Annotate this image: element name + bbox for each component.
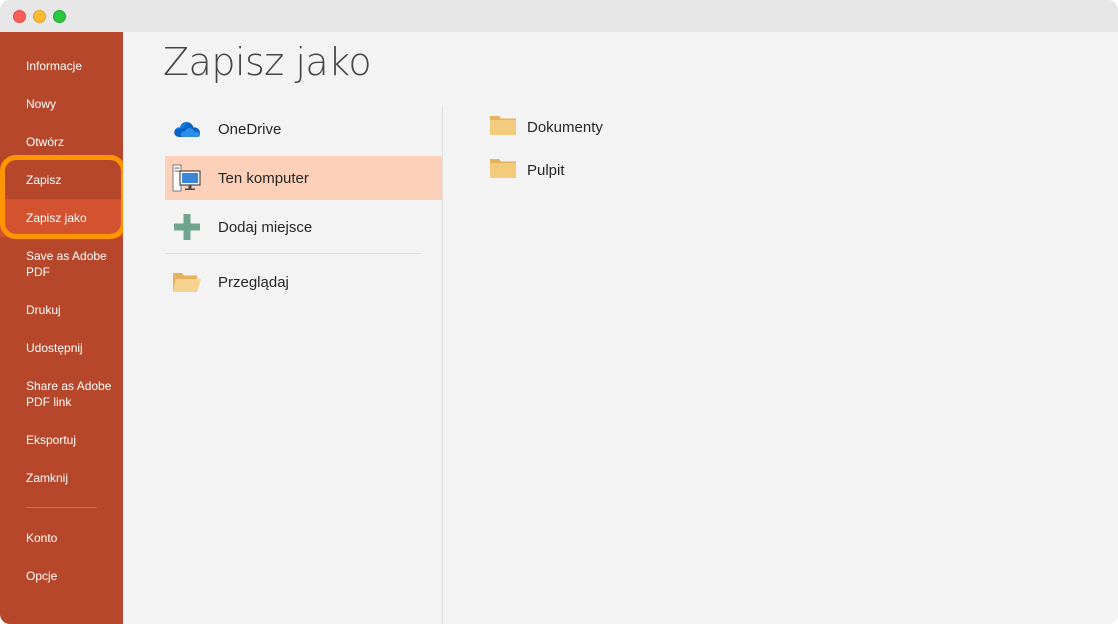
close-window-button[interactable] [13,10,26,23]
sidebar-item-eksportuj[interactable]: Eksportuj [0,421,123,459]
app-window: Informacje Nowy Otwórz Zapisz Zapisz jak… [0,0,1118,624]
location-przegladaj[interactable]: Przeglądaj [165,260,442,304]
sidebar-item-otworz[interactable]: Otwórz [0,123,123,161]
folder-icon [489,114,517,141]
backstage-sidebar: Informacje Nowy Otwórz Zapisz Zapisz jak… [0,32,123,624]
sidebar-item-label: Drukuj [26,303,61,317]
folder-label: Pulpit [527,161,565,179]
minimize-window-button[interactable] [33,10,46,23]
sidebar-item-opcje[interactable]: Opcje [0,557,123,595]
sidebar-item-label: Save as Adobe PDF [26,249,107,279]
page-title: Zapisz jako [163,40,372,84]
sidebar-item-label: Zapisz [26,173,62,187]
save-as-panel: Zapisz jako OneDrive Ten komputer Dodaj … [123,32,1118,624]
sidebar-item-label: Informacje [26,59,83,73]
location-dodaj-miejsce[interactable]: Dodaj miejsce [165,205,442,249]
plus-icon [172,212,202,242]
sidebar-item-label: Nowy [26,97,57,111]
location-ten-komputer[interactable]: Ten komputer [165,156,442,200]
sidebar-item-save-as-adobe-pdf[interactable]: Save as Adobe PDF [0,245,123,283]
folder-label: Dokumenty [527,118,603,136]
location-label: Dodaj miejsce [218,218,313,236]
title-bar [0,0,1118,32]
sidebar-item-label: Opcje [26,569,58,583]
folder-dokumenty[interactable]: Dokumenty [489,112,603,142]
sidebar-item-zapisz-jako[interactable]: Zapisz jako [0,199,123,237]
folder-pulpit[interactable]: Pulpit [489,155,565,185]
sidebar-item-udostepnij[interactable]: Udostępnij [0,329,123,367]
locations-divider [165,253,421,254]
onedrive-cloud-icon [172,114,202,144]
sidebar-item-nowy[interactable]: Nowy [0,85,123,123]
sidebar-item-drukuj[interactable]: Drukuj [0,291,123,329]
sidebar-item-zapisz[interactable]: Zapisz [0,161,123,199]
column-divider [442,107,443,624]
location-label: Przeglądaj [218,273,289,291]
location-onedrive[interactable]: OneDrive [165,107,442,151]
sidebar-item-label: Otwórz [26,135,65,149]
sidebar-item-share-as-adobe-pdf-link[interactable]: Share as Adobe PDF link [0,375,123,413]
sidebar-divider [26,507,97,508]
sidebar-item-informacje[interactable]: Informacje [0,47,123,85]
location-label: Ten komputer [218,169,309,187]
sidebar-item-label: Share as Adobe PDF link [26,379,112,409]
sidebar-item-label: Zapisz jako [26,211,87,225]
sidebar-item-label: Zamknij [26,471,69,485]
sidebar-item-label: Udostępnij [26,341,83,355]
folder-icon [489,157,517,184]
sidebar-item-zamknij[interactable]: Zamknij [0,459,123,497]
sidebar-item-label: Konto [26,531,58,545]
computer-icon [172,163,202,193]
open-folder-icon [172,267,202,297]
location-label: OneDrive [218,120,282,138]
maximize-window-button[interactable] [53,10,66,23]
sidebar-item-label: Eksportuj [26,433,77,447]
sidebar-item-konto[interactable]: Konto [0,519,123,557]
